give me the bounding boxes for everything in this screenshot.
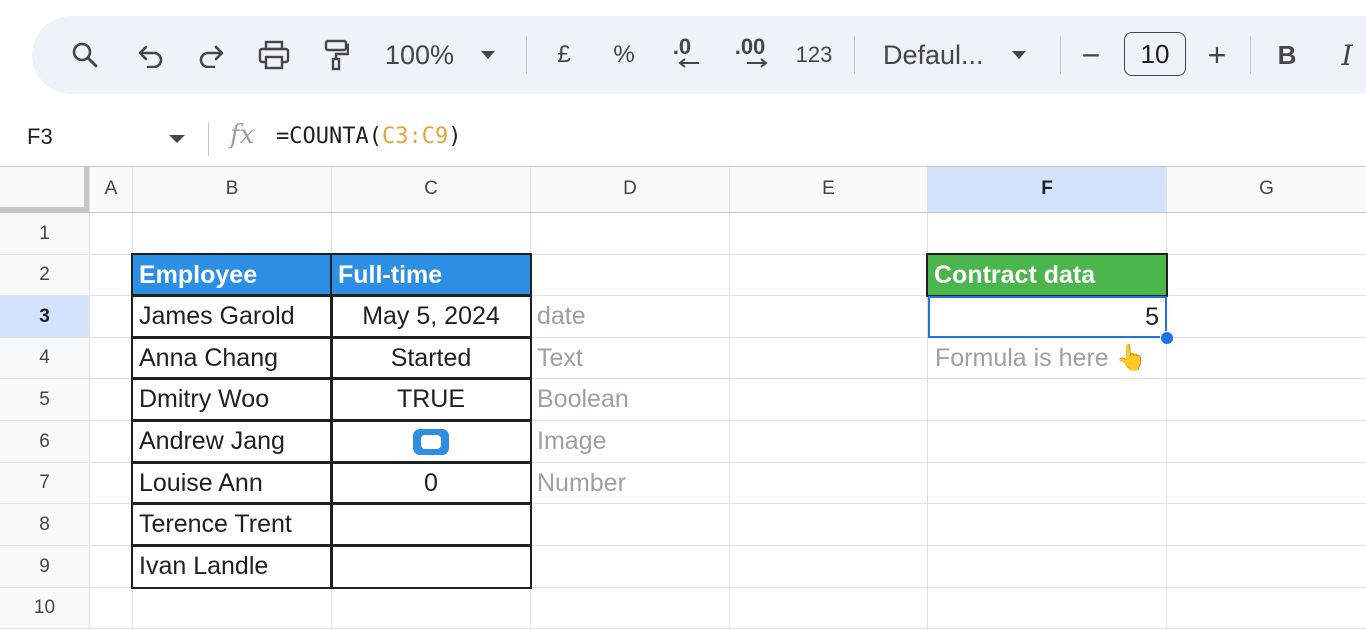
chevron-down-icon <box>1011 51 1026 59</box>
cell-c3[interactable]: May 5, 2024 <box>330 294 532 339</box>
font-size-input[interactable]: 10 <box>1124 32 1186 76</box>
formula-input[interactable]: =COUNTA(C3:C9) <box>276 124 461 149</box>
row-header-8[interactable]: 8 <box>0 504 89 545</box>
spreadsheet-grid: A B C D E F G 1 2 3 4 5 6 7 8 9 10 Emplo… <box>0 0 1366 630</box>
row-header-6[interactable]: 6 <box>0 421 89 462</box>
cell-b8[interactable]: Terence Trent <box>131 502 333 547</box>
cell-c7[interactable]: 0 <box>330 461 532 505</box>
row-header-3[interactable]: 3 <box>0 296 89 337</box>
font-value: Defaul... <box>883 39 984 70</box>
cell-c6[interactable] <box>330 419 532 464</box>
paint-format-icon[interactable] <box>318 16 354 94</box>
cell-f4[interactable]: Formula is here 👆 <box>928 338 1166 378</box>
gridline <box>0 628 1366 629</box>
cell-d7[interactable]: Number <box>530 463 728 503</box>
decrease-decimal-button[interactable]: .0 <box>662 16 702 94</box>
chevron-down-icon[interactable] <box>168 134 186 144</box>
cell-b6[interactable]: Andrew Jang <box>131 419 333 464</box>
decrease-font-size-button[interactable]: − <box>1076 16 1106 94</box>
gridline <box>89 166 90 630</box>
image-in-cell-icon <box>413 428 449 455</box>
toolbar-divider <box>1250 36 1251 74</box>
percent-button[interactable]: % <box>607 16 641 94</box>
cell-d3[interactable]: date <box>530 296 728 337</box>
column-header-d[interactable]: D <box>531 166 729 212</box>
cell-c5[interactable]: TRUE <box>330 377 532 422</box>
formula-bar: F3 fx =COUNTA(C3:C9) <box>0 112 1366 164</box>
undo-icon[interactable] <box>132 16 170 94</box>
cell-b5[interactable]: Dmitry Woo <box>131 377 333 422</box>
italic-button[interactable]: I <box>1332 16 1362 94</box>
bold-button[interactable]: B <box>1272 16 1302 94</box>
toolbar: 100% £ % .0 .00 123 Defaul... − 10 + B I <box>32 16 1366 94</box>
gridline <box>729 166 730 630</box>
row-header-4[interactable]: 4 <box>0 338 89 378</box>
row-header-7[interactable]: 7 <box>0 463 89 503</box>
gridline <box>0 212 1366 213</box>
column-header-c[interactable]: C <box>332 166 530 212</box>
currency-button[interactable]: £ <box>547 16 581 94</box>
column-header-e[interactable]: E <box>730 166 927 212</box>
gridline <box>1166 166 1167 630</box>
row-header-2[interactable]: 2 <box>0 255 89 295</box>
increase-font-size-button[interactable]: + <box>1202 16 1232 94</box>
zoom-value: 100% <box>385 39 455 70</box>
cell-c4[interactable]: Started <box>330 336 532 380</box>
name-box[interactable]: F3 <box>27 124 53 150</box>
row-header-9[interactable]: 9 <box>0 546 89 587</box>
fx-icon: fx <box>230 120 255 150</box>
cell-c9[interactable] <box>330 544 532 589</box>
cell-f2[interactable]: Contract data <box>926 253 1168 297</box>
cell-b9[interactable]: Ivan Landle <box>131 544 333 589</box>
cell-f3-selected[interactable]: 5 <box>928 296 1167 338</box>
zoom-select[interactable]: 100% <box>382 16 512 94</box>
column-header-a[interactable]: A <box>90 166 132 212</box>
cell-d6[interactable]: Image <box>530 421 728 462</box>
toolbar-divider <box>1060 36 1061 74</box>
row-header-10[interactable]: 10 <box>0 588 89 628</box>
toolbar-divider <box>854 36 855 74</box>
cell-b3[interactable]: James Garold <box>131 294 333 339</box>
cell-c2[interactable]: Full-time <box>330 253 532 297</box>
column-header-f[interactable]: F <box>928 166 1166 212</box>
toolbar-divider <box>526 36 527 74</box>
gridline <box>927 166 928 630</box>
row-header-1[interactable]: 1 <box>0 213 89 254</box>
column-header-g[interactable]: G <box>1167 166 1366 212</box>
font-select[interactable]: Defaul... <box>880 16 1040 94</box>
cell-b2[interactable]: Employee <box>131 253 333 297</box>
redo-icon[interactable] <box>192 16 230 94</box>
formula-range: C3:C9 <box>381 124 449 149</box>
cell-d4[interactable]: Text <box>530 338 728 378</box>
increase-decimal-button[interactable]: .00 <box>727 16 773 94</box>
cell-b7[interactable]: Louise Ann <box>131 461 333 505</box>
more-formats-button[interactable]: 123 <box>792 16 836 94</box>
search-icon[interactable] <box>66 16 104 94</box>
column-header-b[interactable]: B <box>133 166 331 212</box>
chevron-down-icon <box>481 51 496 59</box>
formula-divider <box>208 122 209 156</box>
row-header-5[interactable]: 5 <box>0 379 89 420</box>
print-icon[interactable] <box>254 16 294 94</box>
cell-b4[interactable]: Anna Chang <box>131 336 333 380</box>
cell-c8[interactable] <box>330 502 532 547</box>
select-all-corner[interactable] <box>0 166 89 212</box>
cell-d5[interactable]: Boolean <box>530 379 728 420</box>
